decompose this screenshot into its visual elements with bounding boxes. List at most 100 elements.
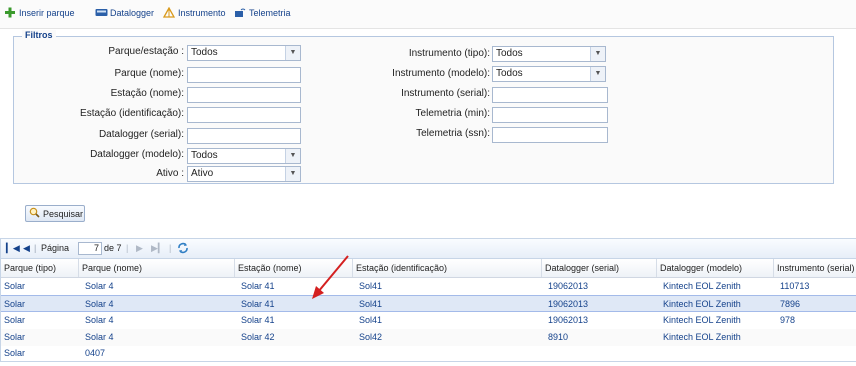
pager-separator: | xyxy=(126,243,129,253)
col-park-type[interactable]: Parque (tipo) xyxy=(1,259,79,277)
instrument-serial-input[interactable] xyxy=(492,87,608,103)
page-count-label: de 7 xyxy=(104,243,122,253)
table-cell xyxy=(545,345,548,362)
table-row[interactable]: Solar 0407 xyxy=(1,345,856,362)
last-page-icon[interactable]: ▶▎ xyxy=(151,243,165,254)
table-cell: Kintech EOL Zenith xyxy=(663,299,741,309)
col-station-name[interactable]: Estação (nome) xyxy=(235,259,353,277)
telemetry-ssn-label: Telemetria (ssn): xyxy=(416,128,490,139)
table-cell: Solar xyxy=(4,348,26,358)
chevron-down-icon[interactable]: ▼ xyxy=(285,149,300,163)
search-button[interactable]: Pesquisar xyxy=(25,205,85,222)
next-page-icon[interactable]: ▶ xyxy=(136,243,143,254)
col-instrument-serial[interactable]: Instrumento (serial) xyxy=(774,259,856,277)
table-row[interactable]: Solar Solar 4 Solar 41 Sol41 19062013 Ki… xyxy=(1,278,856,295)
telemetry-min-input[interactable] xyxy=(492,107,608,123)
active-label: Ativo : xyxy=(156,168,184,179)
station-id-label: Estação (identificação): xyxy=(80,108,184,119)
datalogger-serial-label: Datalogger (serial): xyxy=(98,129,184,140)
results-grid: ▎◀ ◀ | Página 7 de 7 | ▶ ▶▎ | Parque (ti… xyxy=(0,238,856,362)
telemetry-min-label: Telemetria (min): xyxy=(415,108,490,119)
pagination-bar: ▎◀ ◀ | Página 7 de 7 | ▶ ▶▎ | xyxy=(1,239,856,259)
instrument-type-label: Instrumento (tipo): xyxy=(408,48,490,59)
station-id-input[interactable] xyxy=(187,107,301,123)
telemetry-button[interactable]: Telemetria xyxy=(234,7,291,18)
table-cell: 7896 xyxy=(780,299,801,309)
table-cell: 978 xyxy=(780,315,796,325)
col-datalogger-serial[interactable]: Datalogger (serial) xyxy=(542,259,657,277)
table-cell: Solar 41 xyxy=(241,281,275,291)
table-cell xyxy=(356,345,359,362)
datalogger-serial-input[interactable] xyxy=(187,128,301,144)
table-cell: Solar xyxy=(4,315,26,325)
insert-park-label: Inserir parque xyxy=(19,7,75,18)
datalogger-button[interactable]: Datalogger xyxy=(95,7,154,18)
table-cell: 110713 xyxy=(780,281,810,291)
search-label: Pesquisar xyxy=(43,208,84,219)
datalogger-model-select[interactable]: Todos ▼ xyxy=(187,148,301,164)
table-cell: Solar 4 xyxy=(85,299,114,309)
instrument-type-select[interactable]: Todos ▼ xyxy=(492,46,606,62)
station-name-label: Estação (nome): xyxy=(110,88,184,99)
active-select[interactable]: Ativo ▼ xyxy=(187,166,301,182)
table-cell: 19062013 xyxy=(548,281,589,291)
col-park-name[interactable]: Parque (nome) xyxy=(79,259,235,277)
chevron-down-icon[interactable]: ▼ xyxy=(590,67,605,81)
table-cell xyxy=(238,345,241,362)
park-station-label: Parque/estação : xyxy=(108,46,184,57)
table-cell: Solar xyxy=(4,332,26,342)
instrument-serial-label: Instrumento (serial): xyxy=(401,88,490,99)
table-cell xyxy=(660,345,663,362)
table-cell: 19062013 xyxy=(548,315,589,325)
table-row[interactable]: Solar Solar 4 Solar 42 Sol42 8910 Kintec… xyxy=(1,329,856,346)
table-row[interactable]: Solar Solar 4 Solar 41 Sol41 19062013 Ki… xyxy=(1,312,856,329)
datalogger-model-label: Datalogger (modelo): xyxy=(90,149,184,160)
table-cell: Solar xyxy=(4,281,26,291)
table-cell: Sol41 xyxy=(359,299,383,309)
table-cell: Solar 4 xyxy=(85,281,114,291)
chevron-down-icon[interactable]: ▼ xyxy=(285,46,300,60)
grid-header: Parque (tipo) Parque (nome) Estação (nom… xyxy=(1,259,856,278)
table-cell: Solar 42 xyxy=(241,332,275,342)
instrument-type-value: Todos xyxy=(496,48,523,59)
table-cell: Sol41 xyxy=(359,315,383,325)
page-label: Página xyxy=(41,243,70,253)
col-station-id[interactable]: Estação (identificação) xyxy=(353,259,542,277)
telemetry-icon xyxy=(234,7,246,18)
instrument-label: Instrumento xyxy=(178,7,226,18)
top-toolbar: Inserir parque Datalogger Instrumento Te… xyxy=(0,0,856,29)
instrument-model-label: Instrumento (modelo): xyxy=(392,68,490,79)
table-cell: Kintech EOL Zenith xyxy=(663,332,741,342)
chevron-down-icon[interactable]: ▼ xyxy=(285,167,300,181)
datalogger-model-value: Todos xyxy=(191,150,218,161)
park-station-select[interactable]: Todos ▼ xyxy=(187,45,301,61)
telemetry-ssn-input[interactable] xyxy=(492,127,608,143)
active-value: Ativo xyxy=(191,168,214,179)
table-cell: Solar 41 xyxy=(241,315,275,325)
first-page-icon[interactable]: ▎◀ xyxy=(6,243,20,254)
insert-park-button[interactable]: Inserir parque xyxy=(4,7,75,18)
instrument-model-value: Todos xyxy=(496,68,523,79)
table-cell xyxy=(777,345,780,362)
page-number-input[interactable]: 7 xyxy=(78,242,102,255)
prev-page-icon[interactable]: ◀ xyxy=(23,243,30,254)
chevron-down-icon[interactable]: ▼ xyxy=(590,47,605,61)
table-cell: Kintech EOL Zenith xyxy=(663,281,741,291)
table-cell: Solar 4 xyxy=(85,332,114,342)
datalogger-icon xyxy=(95,7,108,18)
park-name-input[interactable] xyxy=(187,67,301,83)
instrument-model-select[interactable]: Todos ▼ xyxy=(492,66,606,82)
table-cell: Sol41 xyxy=(359,281,383,291)
table-row-selected[interactable]: Solar Solar 4 Solar 41 Sol41 19062013 Ki… xyxy=(1,295,856,312)
station-name-input[interactable] xyxy=(187,87,301,103)
col-datalogger-model[interactable]: Datalogger (modelo) xyxy=(657,259,774,277)
magnifier-icon xyxy=(29,207,40,220)
filters-legend: Filtros xyxy=(22,30,56,40)
instrument-icon xyxy=(162,6,176,18)
datalogger-label: Datalogger xyxy=(110,7,155,18)
refresh-icon[interactable] xyxy=(177,242,189,256)
table-cell: Solar 41 xyxy=(241,299,275,309)
instrument-button[interactable]: Instrumento xyxy=(162,6,226,18)
table-cell: Kintech EOL Zenith xyxy=(663,315,741,325)
table-cell: Sol42 xyxy=(359,332,383,342)
